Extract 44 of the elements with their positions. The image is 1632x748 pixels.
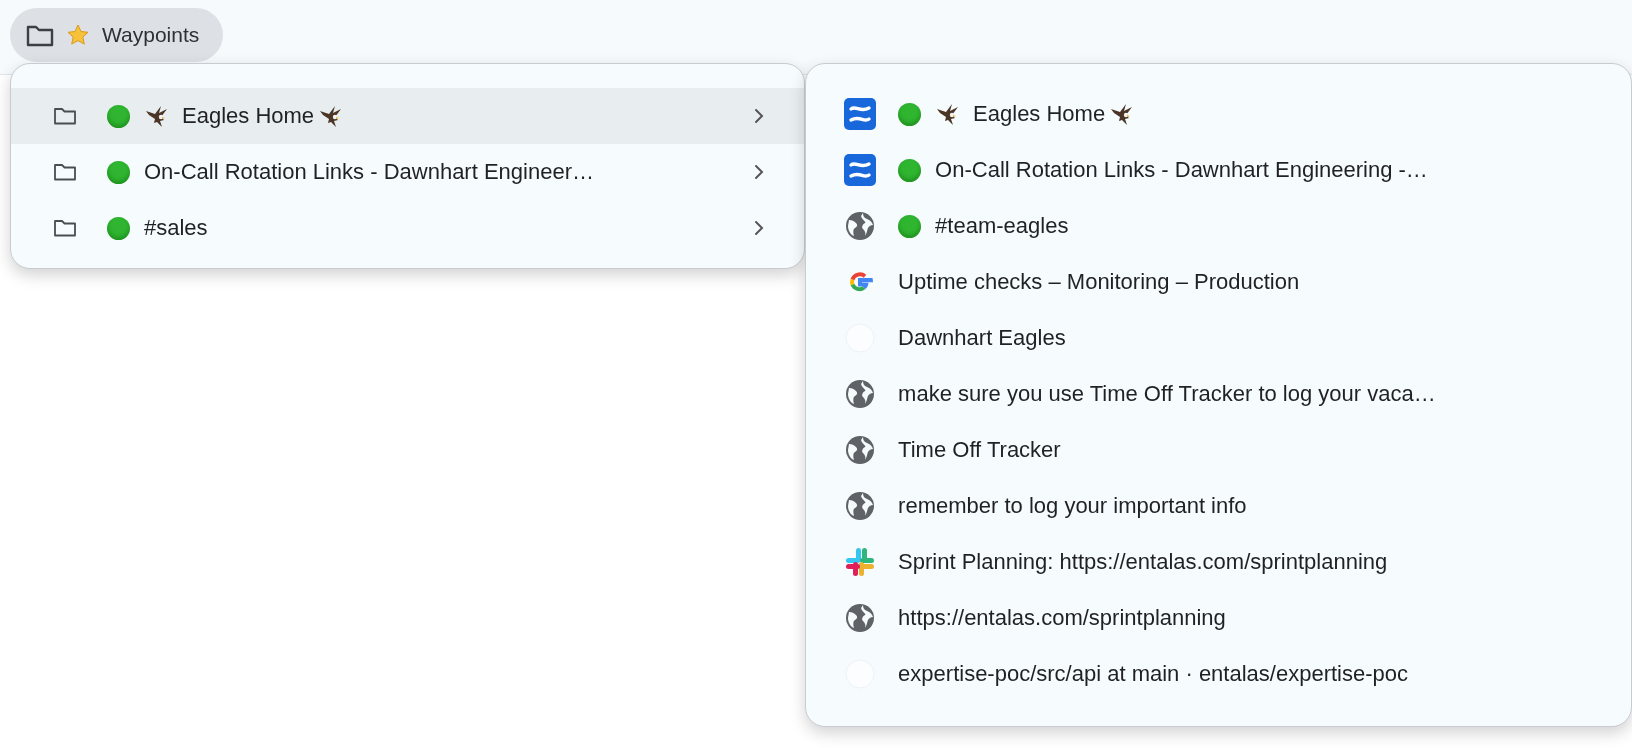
confluence-icon [844,154,877,186]
bookmark-title: #sales [144,215,208,241]
globe-icon [844,602,877,634]
bookmark-title: Time Off Tracker [898,437,1061,463]
folder-icon [26,23,54,47]
bookmark-title: Eagles Home [182,103,315,129]
bookmark-title: #team-eagles [935,213,1069,239]
bookmark-item[interactable]: remember to log your important info [806,478,1631,534]
confluence-icon [844,98,877,130]
bookmark-item[interactable]: Dawnhart Eagles [806,310,1631,366]
bookmark-item[interactable]: expertise-poc/src/api at main · entalas/expertise-poc [806,646,1631,702]
folder-menu-item[interactable]: Eagles Home [11,88,805,144]
bookmark-title: On-Call Rotation Links - Dawnhart Engineering -… [935,157,1428,183]
chevron-right-icon [754,164,765,180]
bookmark-title: On-Call Rotation Links - Dawnhart Engineer… [144,159,594,185]
chevron-right-icon [754,220,765,236]
bookmark-title: Dawnhart Eagles [898,325,1066,351]
bookmark-item[interactable]: Sprint Planning: https://entalas.com/sprintplanning [806,534,1631,590]
bookmark-title: expertise-poc/src/api at main · entalas/expertise-poc [898,661,1408,687]
folder-menu-item[interactable]: On-Call Rotation Links - Dawnhart Engineer… [11,144,805,200]
folder-icon [53,162,77,182]
folder-menu-item[interactable]: #sales [11,200,805,256]
bookmark-item[interactable]: https://entalas.com/sprintplanning [806,590,1631,646]
folder-icon [53,106,77,126]
bookmark-item[interactable]: Eagles Home [806,86,1631,142]
globe-icon [844,210,877,242]
bookmark-item[interactable]: On-Call Rotation Links - Dawnhart Engineering -… [806,142,1631,198]
globe-icon [844,378,877,410]
chevron-right-icon [754,108,765,124]
bookmark-item[interactable]: Uptime checks – Monitoring – Production [806,254,1631,310]
slack-icon [844,546,877,578]
globe-icon [844,490,877,522]
globe-icon [844,434,877,466]
folder-icon [53,218,77,238]
bookmark-title: https://entalas.com/sprintplanning [898,605,1226,631]
bookmark-title: Eagles Home [973,101,1106,127]
bookmark-title: make sure you use Time Off Tracker to log your vaca… [898,381,1436,407]
bookmark-item[interactable]: #team-eagles [806,198,1631,254]
bookmark-title: remember to log your important info [898,493,1247,519]
bookmark-title: Uptime checks – Monitoring – Production [898,269,1300,295]
bookmark-title: Sprint Planning: https://entalas.com/sprintplanning [898,549,1388,575]
bookmark-item[interactable]: Time Off Tracker [806,422,1631,478]
bookmark-folder-button[interactable]: Waypoints [10,8,224,62]
bookmark-item[interactable]: make sure you use Time Off Tracker to log your vaca… [806,366,1631,422]
